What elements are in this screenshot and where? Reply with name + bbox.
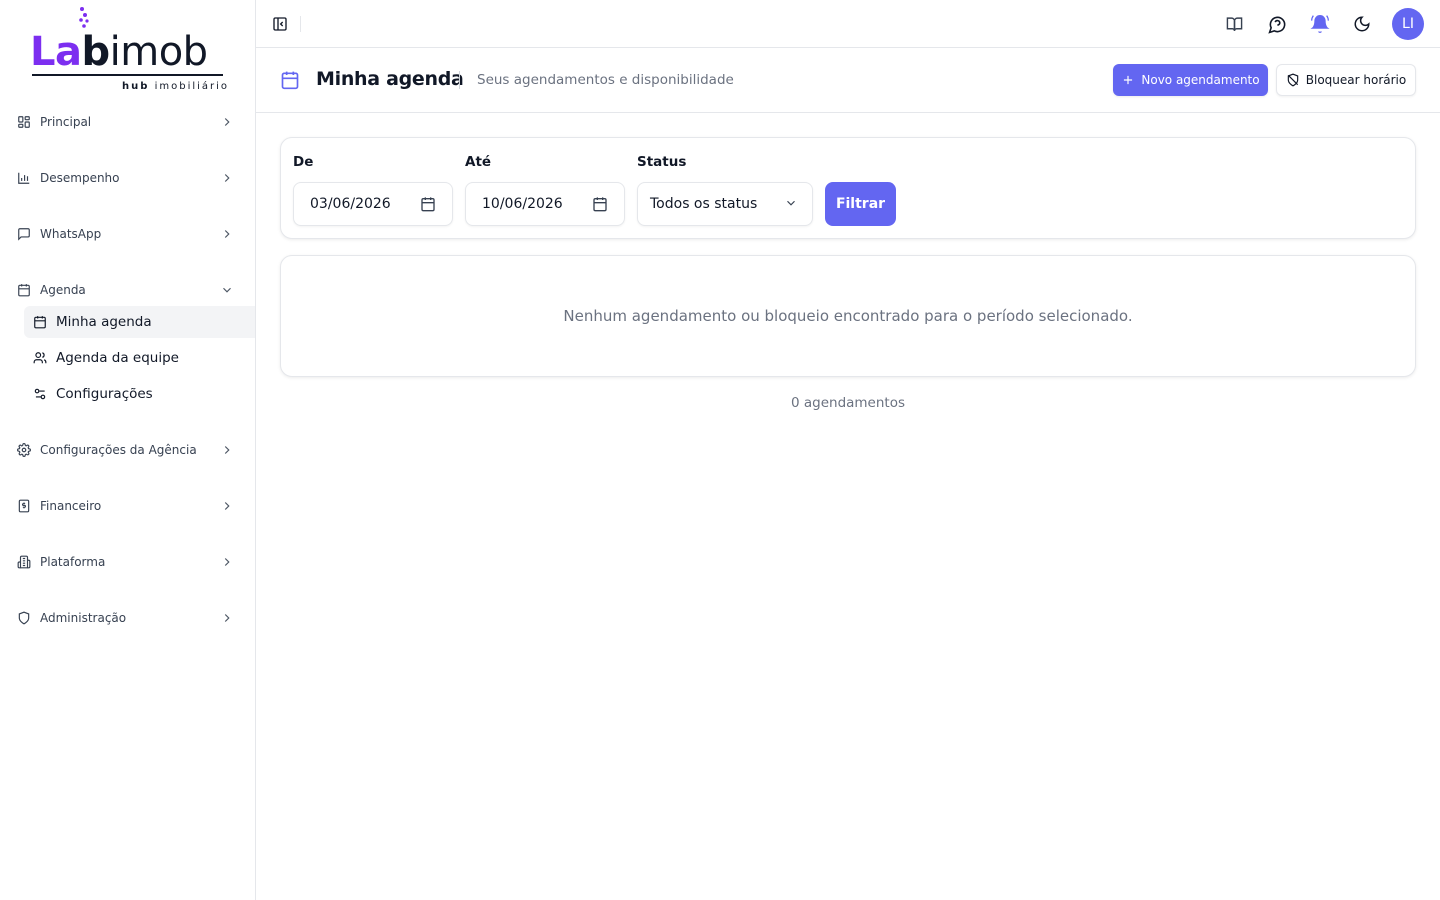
from-date-input[interactable]: 03/06/2026 xyxy=(293,182,453,226)
chevron-right-icon xyxy=(220,555,234,569)
block-time-label: Bloquear horário xyxy=(1305,73,1407,87)
sidebar-item-label: Configurações da Agência xyxy=(40,443,197,457)
calendar-icon xyxy=(280,70,300,90)
plus-icon xyxy=(1121,73,1135,87)
sidebar-subitem-label: Configurações xyxy=(56,386,153,402)
moon-icon[interactable] xyxy=(1352,14,1372,34)
appointments-count: 0 agendamentos xyxy=(790,395,906,411)
sidebar-item-label: WhatsApp xyxy=(40,227,102,241)
sidebar-item-agenda[interactable]: Agenda xyxy=(8,272,248,308)
chevron-right-icon xyxy=(220,443,234,457)
filter-button[interactable]: Filtrar xyxy=(825,182,896,226)
book-open-icon[interactable] xyxy=(1224,14,1244,34)
from-date-label: De xyxy=(293,154,314,170)
new-appointment-label: Novo agendamento xyxy=(1141,73,1260,87)
chevron-right-icon xyxy=(220,227,234,241)
page-header: Minha agenda Seus agendamentos e disponi… xyxy=(256,48,1440,113)
sidebar-item-desempenho[interactable]: Desempenho xyxy=(8,160,248,196)
sidebar-item-label: Principal xyxy=(40,115,92,129)
sidebar-subitem-agenda-equipe[interactable]: Agenda da equipe xyxy=(24,342,255,374)
sidebar-item-label: Desempenho xyxy=(40,171,120,185)
building-icon xyxy=(17,555,31,569)
logo-tagline: hub imobiliário xyxy=(122,81,229,92)
header-divider xyxy=(459,71,460,89)
page-subtitle: Seus agendamentos e disponibilidade xyxy=(477,72,734,88)
sidebar-subitem-configuracoes[interactable]: Configurações xyxy=(24,378,255,410)
bar-chart-icon xyxy=(17,171,31,185)
logo-wordmark: Labimob xyxy=(30,32,208,72)
to-date-value: 10/06/2026 xyxy=(482,196,563,212)
shield-icon xyxy=(17,611,31,625)
status-select-value: Todos os status xyxy=(650,196,758,212)
sidebar-item-financeiro[interactable]: Financeiro xyxy=(8,488,248,524)
empty-message: Nenhum agendamento ou bloqueio encontrad… xyxy=(563,307,1133,325)
message-square-icon xyxy=(17,227,31,241)
sidebar-item-whatsapp[interactable]: WhatsApp xyxy=(8,216,248,252)
logo-tagline-rest: imobiliário xyxy=(149,81,230,92)
status-label: Status xyxy=(637,154,687,170)
logo-part-1: La xyxy=(30,29,82,75)
gear-icon xyxy=(17,443,31,457)
page-title: Minha agenda xyxy=(316,68,464,90)
calendar-days-icon xyxy=(33,315,47,329)
sidebar-subitem-label: Minha agenda xyxy=(56,314,152,330)
bell-ringing-icon[interactable] xyxy=(1310,14,1330,34)
chevron-right-icon xyxy=(220,115,234,129)
calendar-icon[interactable] xyxy=(592,196,608,212)
receipt-dollar-icon xyxy=(17,499,31,513)
sidebar-item-label: Plataforma xyxy=(40,555,106,569)
status-select[interactable]: Todos os status xyxy=(637,182,813,226)
logo-part-3: imob xyxy=(109,29,208,75)
sidebar-item-label: Agenda xyxy=(40,283,86,297)
sliders-icon xyxy=(33,387,47,401)
users-icon xyxy=(33,351,47,365)
shield-off-icon xyxy=(1286,73,1300,87)
calendar-icon xyxy=(17,283,31,297)
sidebar-item-label: Administração xyxy=(40,611,127,625)
logo-tagline-bold: hub xyxy=(122,81,150,92)
sidebar-item-administracao[interactable]: Administração xyxy=(8,600,248,636)
sidebar-subitem-label: Agenda da equipe xyxy=(56,350,179,366)
grid-icon xyxy=(17,115,31,129)
chevron-down-icon xyxy=(784,196,800,212)
from-date-value: 03/06/2026 xyxy=(310,196,391,212)
chevron-right-icon xyxy=(220,499,234,513)
new-appointment-button[interactable]: Novo agendamento xyxy=(1113,64,1268,96)
logo-part-2: b xyxy=(81,29,110,75)
block-time-button[interactable]: Bloquear horário xyxy=(1276,64,1416,96)
sidebar-toggle-icon[interactable] xyxy=(272,16,288,32)
chevron-right-icon xyxy=(220,611,234,625)
to-date-label: Até xyxy=(465,154,492,170)
sidebar-subitem-minha-agenda[interactable]: Minha agenda xyxy=(24,306,255,338)
topbar-divider xyxy=(300,16,301,32)
calendar-icon[interactable] xyxy=(420,196,436,212)
logo-underline xyxy=(32,74,223,76)
filter-card: De Até Status 03/06/2026 10/06/2026 Todo… xyxy=(280,137,1416,239)
sidebar: Labimob hub imobiliário Principal Desemp… xyxy=(0,0,256,900)
sidebar-item-plataforma[interactable]: Plataforma xyxy=(8,544,248,580)
help-message-icon[interactable] xyxy=(1267,14,1287,34)
chevron-right-icon xyxy=(220,171,234,185)
sidebar-item-principal[interactable]: Principal xyxy=(8,104,248,140)
topbar: LI xyxy=(256,0,1440,48)
appointments-empty-state: Nenhum agendamento ou bloqueio encontrad… xyxy=(280,255,1416,377)
chevron-down-icon xyxy=(220,283,234,297)
user-avatar[interactable]: LI xyxy=(1392,8,1424,40)
logo-dots-icon xyxy=(79,7,89,28)
to-date-input[interactable]: 10/06/2026 xyxy=(465,182,625,226)
brand-logo[interactable]: Labimob hub imobiliário xyxy=(30,6,230,96)
sidebar-item-label: Financeiro xyxy=(40,499,102,513)
sidebar-item-configuracoes-agencia[interactable]: Configurações da Agência xyxy=(8,432,248,468)
